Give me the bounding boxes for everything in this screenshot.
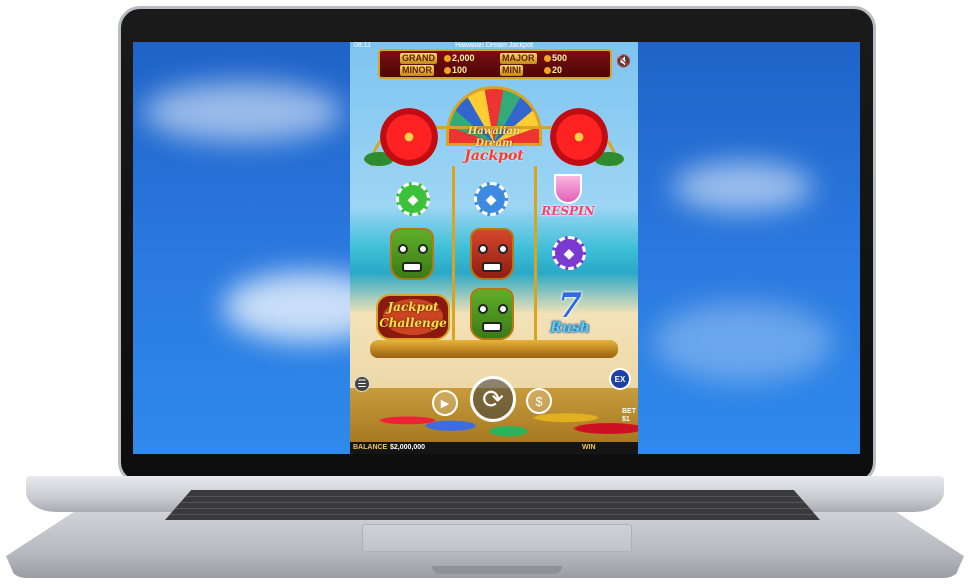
jackpot-challenge-symbol: Jackpot Challenge [376,294,450,340]
slot-game: 08:11 Hawaiian Dream Jackpot GRAND 2,000… [350,42,638,454]
reel-divider [452,166,455,346]
coin-icon [444,67,451,74]
reel-divider [534,166,537,346]
seven-rush-symbol: 7 Rush [550,286,590,336]
spin-arrows-icon: ⟳ [482,383,504,414]
red-tiki-mask-icon [470,228,514,280]
respin-symbol: RESPIN [538,174,598,226]
menu-button[interactable]: ☰ [354,376,370,392]
spin-button[interactable]: ⟳ [470,376,516,422]
coin-icon [444,55,451,62]
bet-button[interactable]: $ [526,388,552,414]
dollar-icon: $ [535,393,543,409]
green-tiki-mask-icon [470,288,514,340]
win-label: WIN [582,444,596,451]
play-icon: ▶ [440,397,450,410]
coin-icon [544,55,551,62]
green-tiki-mask-icon [390,228,434,280]
hibiscus-flower-icon [380,108,438,166]
purple-chip-icon: ◆ [552,236,586,270]
blue-chip-icon: ◆ [474,182,508,216]
balance-value: $2,000,000 [390,444,426,451]
reel-frame-bottom [370,340,618,358]
jackpot-board: GRAND 2,000 MAJOR 500 MINOR 100 MINI 20 [378,49,612,79]
autoplay-button[interactable]: ▶ [432,390,458,416]
bet-display: BET $1 [622,408,636,423]
coin-icon [544,67,551,74]
mute-icon[interactable]: 🔇 [616,54,631,68]
game-logo: Hawaiian Dream Jackpot [464,126,524,164]
extra-bet-button[interactable]: EX [609,368,631,390]
touchpad [362,524,632,552]
hibiscus-flower-icon [550,108,608,166]
green-chip-icon: ◆ [396,182,430,216]
info-bar: BALANCE $2,000,000 WIN [350,442,638,454]
keyboard [165,490,820,520]
laptop-notch [432,566,562,574]
game-title: Hawaiian Dream Jackpot [455,42,533,49]
cocktail-icon [554,174,582,204]
balance-label: BALANCE [353,444,388,451]
